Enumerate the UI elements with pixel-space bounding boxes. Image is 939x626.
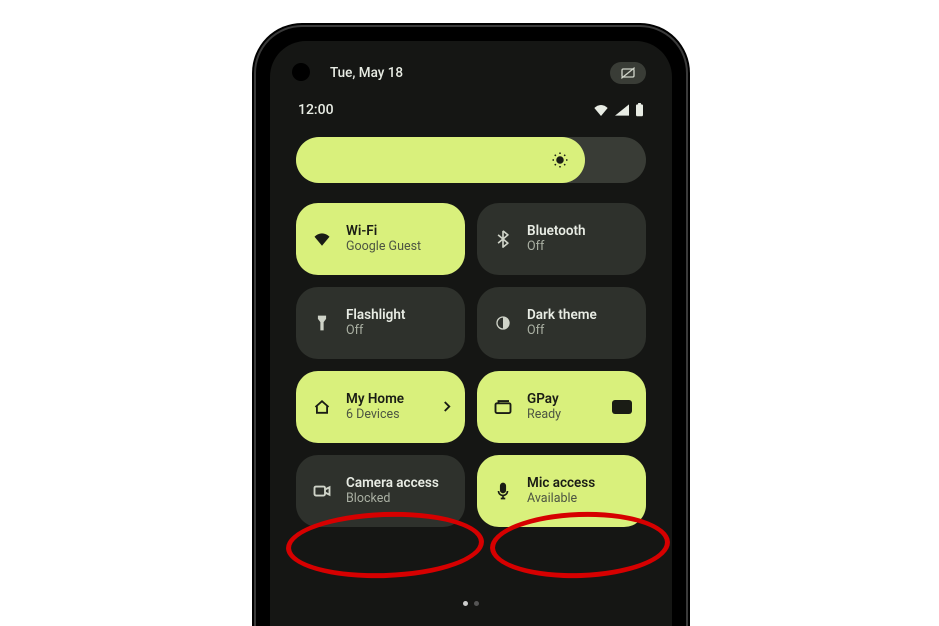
volume-up-button xyxy=(686,247,688,311)
tile-title: My Home xyxy=(346,392,404,408)
wallet-icon xyxy=(493,399,513,415)
tile-mic-access[interactable]: Mic access Available xyxy=(477,455,646,527)
tile-title: Mic access xyxy=(527,476,595,492)
tile-sub: 6 Devices xyxy=(346,408,404,422)
tile-sub: Ready xyxy=(527,408,561,422)
tile-title: Camera access xyxy=(346,476,439,492)
tile-title: Bluetooth xyxy=(527,224,586,240)
tile-sub: Off xyxy=(527,240,586,254)
tile-title: Wi-Fi xyxy=(346,224,421,240)
flashlight-icon xyxy=(312,314,332,332)
dark-theme-icon xyxy=(493,315,513,331)
page-dot xyxy=(463,601,468,606)
camera-icon xyxy=(312,484,332,498)
page-indicator xyxy=(270,601,672,606)
volume-down-button xyxy=(686,323,688,387)
status-date: Tue, May 18 xyxy=(330,65,403,81)
wifi-icon xyxy=(593,104,609,116)
signal-icon xyxy=(615,104,629,116)
phone-screen: Tue, May 18 12:00 xyxy=(270,41,672,626)
tile-wifi[interactable]: Wi-Fi Google Guest xyxy=(296,203,465,275)
brightness-slider[interactable] xyxy=(296,137,646,183)
tile-flashlight[interactable]: Flashlight Off xyxy=(296,287,465,359)
tile-camera-access[interactable]: Camera access Blocked xyxy=(296,455,465,527)
tile-title: Dark theme xyxy=(527,308,597,324)
tile-home[interactable]: My Home 6 Devices xyxy=(296,371,465,443)
wifi-icon xyxy=(312,232,332,246)
status-time: 12:00 xyxy=(298,102,334,118)
tile-sub: Off xyxy=(346,324,405,338)
card-thumb-icon xyxy=(612,400,632,414)
tile-title: Flashlight xyxy=(346,308,405,324)
tile-sub: Google Guest xyxy=(346,240,421,254)
status-icons xyxy=(593,103,644,117)
tile-darktheme[interactable]: Dark theme Off xyxy=(477,287,646,359)
tile-title: GPay xyxy=(527,392,561,408)
battery-icon xyxy=(635,103,644,117)
bluetooth-icon xyxy=(493,230,513,248)
chevron-right-icon xyxy=(443,398,451,417)
brightness-icon xyxy=(551,151,569,169)
tile-gpay[interactable]: GPay Ready xyxy=(477,371,646,443)
tile-sub: Off xyxy=(527,324,597,338)
screenshot-disabled-chip[interactable] xyxy=(610,62,646,84)
mic-icon xyxy=(493,482,513,500)
tile-sub: Available xyxy=(527,492,595,506)
tile-sub: Blocked xyxy=(346,492,439,506)
brightness-slider-fill xyxy=(296,137,585,183)
tile-bluetooth[interactable]: Bluetooth Off xyxy=(477,203,646,275)
phone-frame: Tue, May 18 12:00 xyxy=(254,25,688,626)
page-dot xyxy=(474,601,479,606)
home-icon xyxy=(312,399,332,415)
